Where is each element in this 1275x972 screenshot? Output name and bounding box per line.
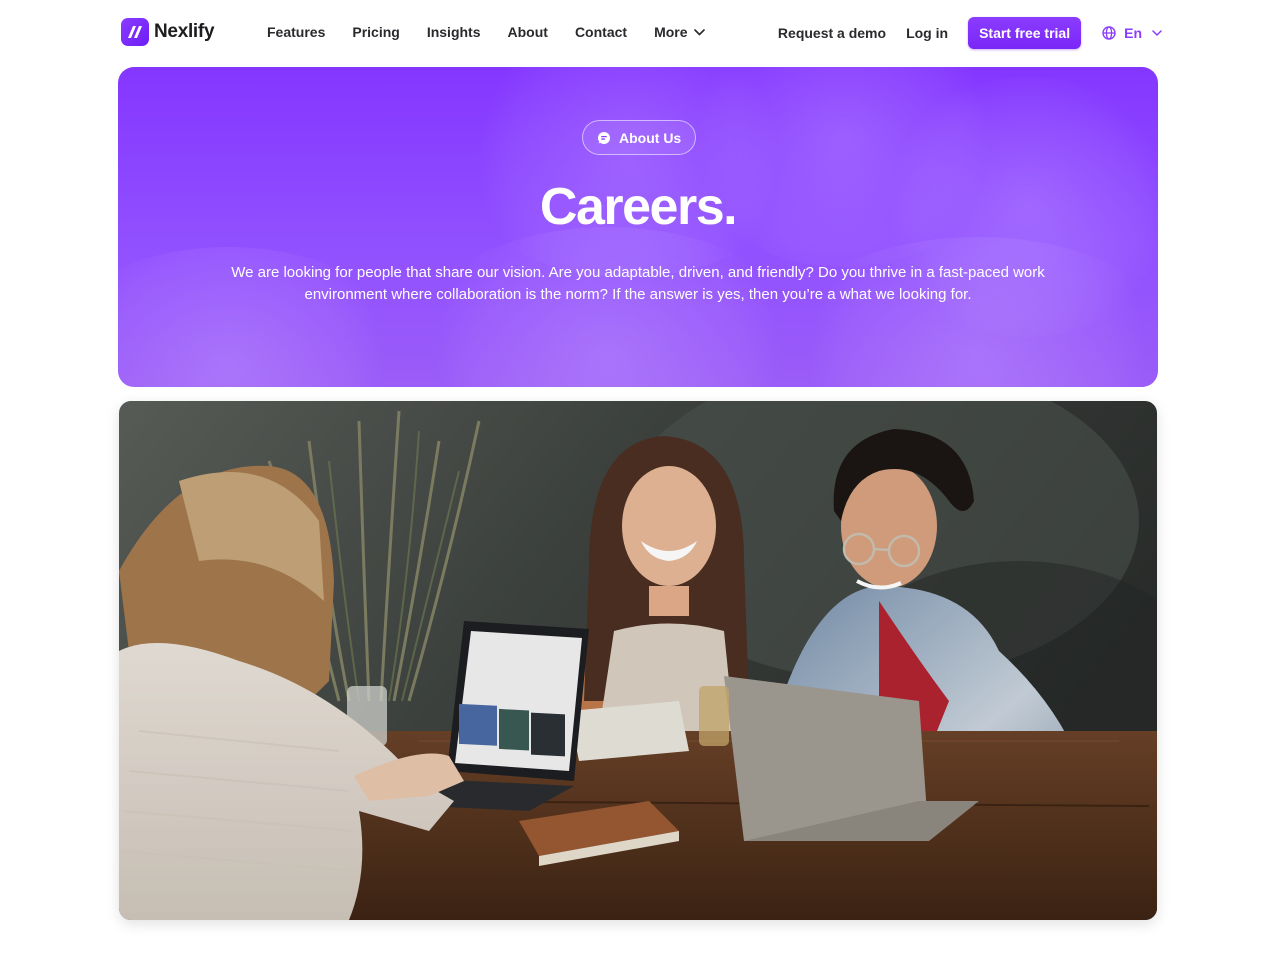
- nav-link-contact[interactable]: Contact: [575, 24, 627, 41]
- nav-link-about[interactable]: About: [508, 24, 548, 41]
- brand-name: Nexlify: [154, 21, 215, 42]
- chevron-down-icon: [1152, 30, 1162, 36]
- request-demo-link[interactable]: Request a demo: [778, 25, 886, 41]
- page-title: Careers.: [539, 178, 738, 236]
- nav-actions: Request a demo Log in Start free trial E…: [778, 17, 1162, 49]
- language-selector[interactable]: En: [1102, 25, 1162, 41]
- globe-icon: [1102, 26, 1116, 40]
- nav-link-insights[interactable]: Insights: [427, 24, 481, 41]
- nav-more-label: More: [654, 24, 688, 40]
- nav-more-dropdown[interactable]: More: [654, 24, 705, 41]
- language-label: En: [1124, 25, 1142, 41]
- main-nav: Features Pricing Insights About Contact …: [267, 24, 732, 41]
- badge-label: About Us: [619, 129, 682, 146]
- nav-link-features[interactable]: Features: [267, 24, 325, 41]
- chevron-down-icon: [693, 29, 705, 36]
- nav-link-pricing[interactable]: Pricing: [352, 24, 399, 41]
- team-photo: [119, 401, 1157, 920]
- login-link[interactable]: Log in: [906, 25, 948, 41]
- team-photo-illustration: [119, 401, 1157, 920]
- start-free-trial-button[interactable]: Start free trial: [968, 17, 1082, 49]
- hero-description: We are looking for people that share our…: [231, 264, 1045, 303]
- careers-hero: About Us Careers. We are looking for peo…: [118, 67, 1158, 387]
- chat-bubble-icon: [598, 131, 610, 144]
- brand-logo[interactable]: Nexlify: [121, 18, 215, 46]
- top-navbar: Nexlify Features Pricing Insights About …: [0, 0, 1275, 66]
- cloud-decoration: [398, 227, 818, 387]
- logo-mark-icon: [121, 18, 149, 46]
- about-us-badge[interactable]: About Us: [582, 120, 697, 155]
